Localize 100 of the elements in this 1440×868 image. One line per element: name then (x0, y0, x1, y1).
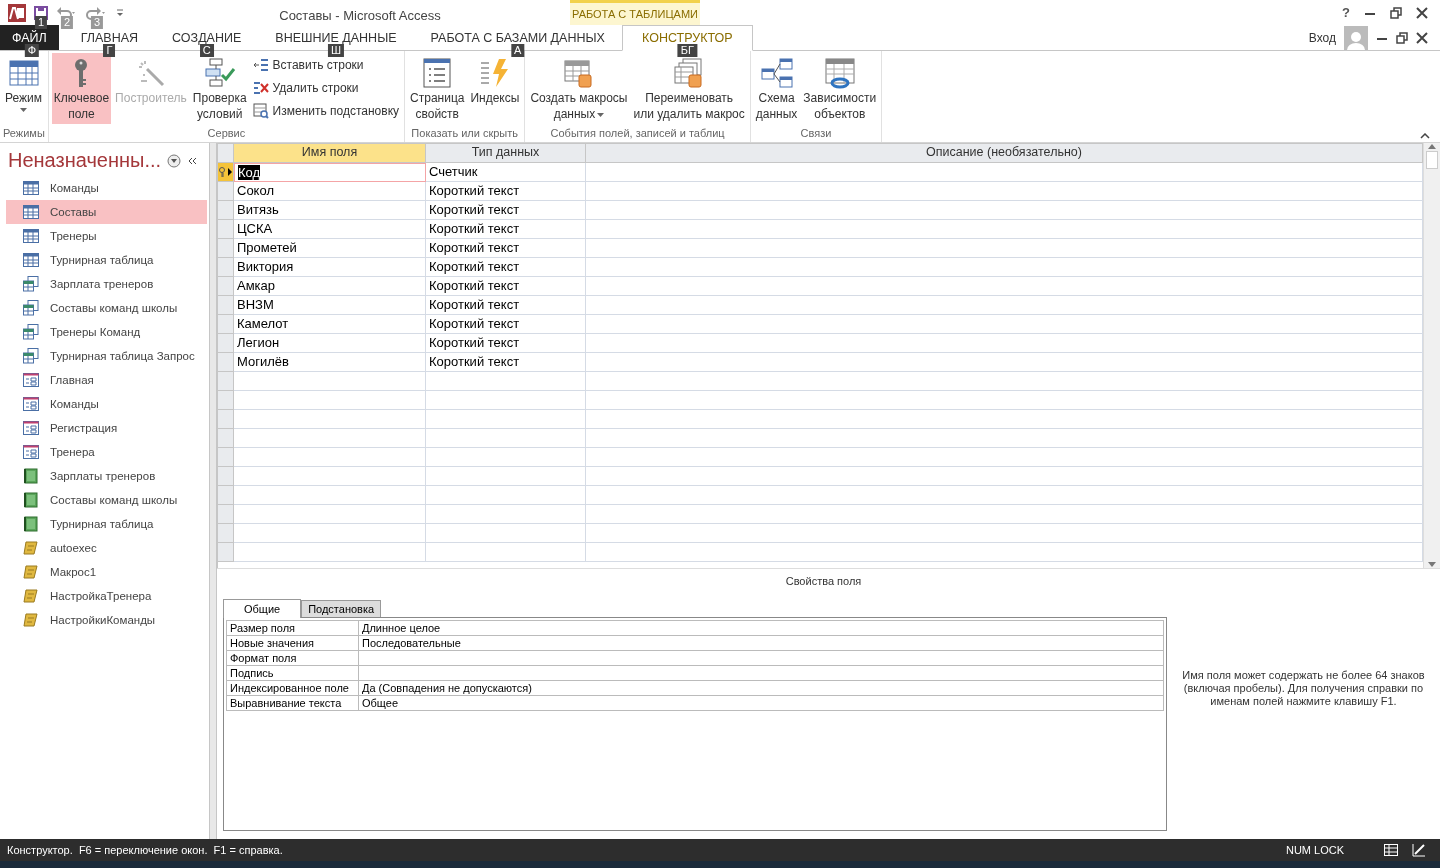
data-type-cell[interactable]: Короткий текст (426, 334, 586, 353)
description-cell[interactable] (586, 277, 1423, 296)
field-name-cell[interactable] (234, 505, 426, 524)
field-name-cell[interactable]: Сокол (234, 182, 426, 201)
avatar-icon[interactable] (1344, 25, 1368, 50)
data-type-cell[interactable] (426, 448, 586, 467)
nav-item[interactable]: Регистрация (6, 416, 207, 440)
scroll-down-icon[interactable] (1428, 562, 1436, 568)
scrollbar[interactable] (1423, 143, 1440, 568)
property-value[interactable]: Общее (359, 696, 1163, 710)
data-type-cell[interactable]: Короткий текст (426, 258, 586, 277)
nav-item[interactable]: Тренеры (6, 224, 207, 248)
field-name-cell[interactable]: ЦСКА (234, 220, 426, 239)
field-name-cell[interactable]: Амкар (234, 277, 426, 296)
help-button[interactable]: ? (1342, 5, 1350, 20)
field-name-cell[interactable] (234, 429, 426, 448)
field-name-cell[interactable]: Витязь (234, 201, 426, 220)
data-type-cell[interactable]: Короткий текст (426, 353, 586, 372)
data-type-cell[interactable]: Короткий текст (426, 220, 586, 239)
nav-item[interactable]: НастройкаТренера (6, 584, 207, 608)
field-name-cell[interactable] (234, 486, 426, 505)
field-name-cell[interactable]: Легион (234, 334, 426, 353)
nav-item[interactable]: Составы команд школы (6, 296, 207, 320)
field-name-cell[interactable]: ВНЗМ (234, 296, 426, 315)
collapse-ribbon-icon[interactable] (1420, 133, 1430, 139)
description-cell[interactable] (586, 315, 1423, 334)
nav-item[interactable]: Турнирная таблица (6, 248, 207, 272)
description-cell[interactable] (586, 467, 1423, 486)
field-name-cell[interactable]: Камелот (234, 315, 426, 334)
data-type-cell[interactable]: Короткий текст (426, 277, 586, 296)
nav-item[interactable]: Зарплаты тренеров (6, 464, 207, 488)
description-cell[interactable] (586, 410, 1423, 429)
nav-item[interactable]: Тренера (6, 440, 207, 464)
data-type-cell[interactable]: Счетчик (426, 163, 586, 182)
data-type-cell[interactable]: Короткий текст (426, 201, 586, 220)
nav-item[interactable]: Макрос1 (6, 560, 207, 584)
ribbon-button[interactable]: Удалить строки (250, 78, 402, 98)
column-header[interactable]: Имя поля (234, 144, 426, 163)
ribbon-button[interactable]: Создать макросы данных (528, 53, 630, 124)
restore-icon[interactable] (1396, 31, 1408, 44)
nav-item[interactable]: НастройкиКоманды (6, 608, 207, 632)
description-cell[interactable] (586, 334, 1423, 353)
row-selector[interactable] (218, 163, 234, 182)
nav-item[interactable]: Турнирная таблица Запрос (6, 344, 207, 368)
property-value[interactable]: Да (Совпадения не допускаются) (359, 681, 1163, 695)
field-name-cell[interactable] (234, 410, 426, 429)
nav-pane-title[interactable]: Неназначенны... (8, 149, 162, 172)
ribbon-button[interactable]: Страница свойств (408, 53, 467, 124)
dropdown-icon[interactable] (167, 153, 182, 168)
nav-item[interactable]: Составы команд школы (6, 488, 207, 512)
description-cell[interactable] (586, 182, 1423, 201)
close-icon[interactable] (1416, 31, 1428, 44)
nav-item[interactable]: Тренеры Команд (6, 320, 207, 344)
column-header[interactable]: Описание (необязательно) (586, 144, 1423, 163)
column-header[interactable]: Тип данных (426, 144, 586, 163)
field-name-cell[interactable] (234, 543, 426, 562)
design-view-icon[interactable] (1412, 843, 1426, 857)
corner-cell[interactable] (218, 144, 234, 163)
description-cell[interactable] (586, 258, 1423, 277)
nav-item[interactable]: Команды (6, 392, 207, 416)
data-type-cell[interactable] (426, 505, 586, 524)
field-name-cell[interactable]: Код (234, 163, 426, 182)
field-name-cell[interactable]: Прометей (234, 239, 426, 258)
description-cell[interactable] (586, 372, 1423, 391)
sign-in-link[interactable]: Вход (1308, 30, 1336, 45)
data-type-cell[interactable] (426, 467, 586, 486)
data-type-cell[interactable] (426, 524, 586, 543)
property-value[interactable]: Последовательные (359, 636, 1163, 650)
description-cell[interactable] (586, 296, 1423, 315)
ribbon-button[interactable]: Зависимости объектов (801, 53, 879, 124)
data-type-cell[interactable] (426, 486, 586, 505)
field-name-cell[interactable] (234, 372, 426, 391)
ribbon-button[interactable]: Схема данных (753, 53, 800, 124)
description-cell[interactable] (586, 391, 1423, 410)
scroll-thumb[interactable] (1426, 151, 1438, 169)
customize-caret-icon[interactable] (116, 8, 124, 17)
field-name-cell[interactable] (234, 448, 426, 467)
app-logo[interactable] (8, 3, 26, 22)
description-cell[interactable] (586, 505, 1423, 524)
data-type-cell[interactable] (426, 372, 586, 391)
data-type-cell[interactable]: Короткий текст (426, 182, 586, 201)
nav-item[interactable]: Зарплата тренеров (6, 272, 207, 296)
ribbon-button[interactable]: Ключевое поле (51, 53, 112, 124)
nav-item[interactable]: Составы (6, 200, 207, 224)
datasheet-view-icon[interactable] (1384, 844, 1398, 856)
description-cell[interactable] (586, 353, 1423, 372)
data-type-cell[interactable]: Короткий текст (426, 296, 586, 315)
scroll-up-icon[interactable] (1428, 143, 1436, 149)
property-tab[interactable]: Общие (223, 599, 302, 618)
ribbon-button[interactable]: Изменить подстановку (250, 101, 402, 121)
field-name-cell[interactable] (234, 467, 426, 486)
nav-item[interactable]: Турнирная таблица (6, 512, 207, 536)
ribbon-button[interactable]: Вставить строки (250, 55, 402, 75)
data-type-cell[interactable]: Короткий текст (426, 315, 586, 334)
description-cell[interactable] (586, 448, 1423, 467)
close-icon[interactable] (1416, 6, 1428, 19)
field-name-cell[interactable] (234, 524, 426, 543)
nav-item[interactable]: Команды (6, 176, 207, 200)
description-cell[interactable] (586, 163, 1423, 182)
property-tab[interactable]: Подстановка (301, 600, 382, 617)
